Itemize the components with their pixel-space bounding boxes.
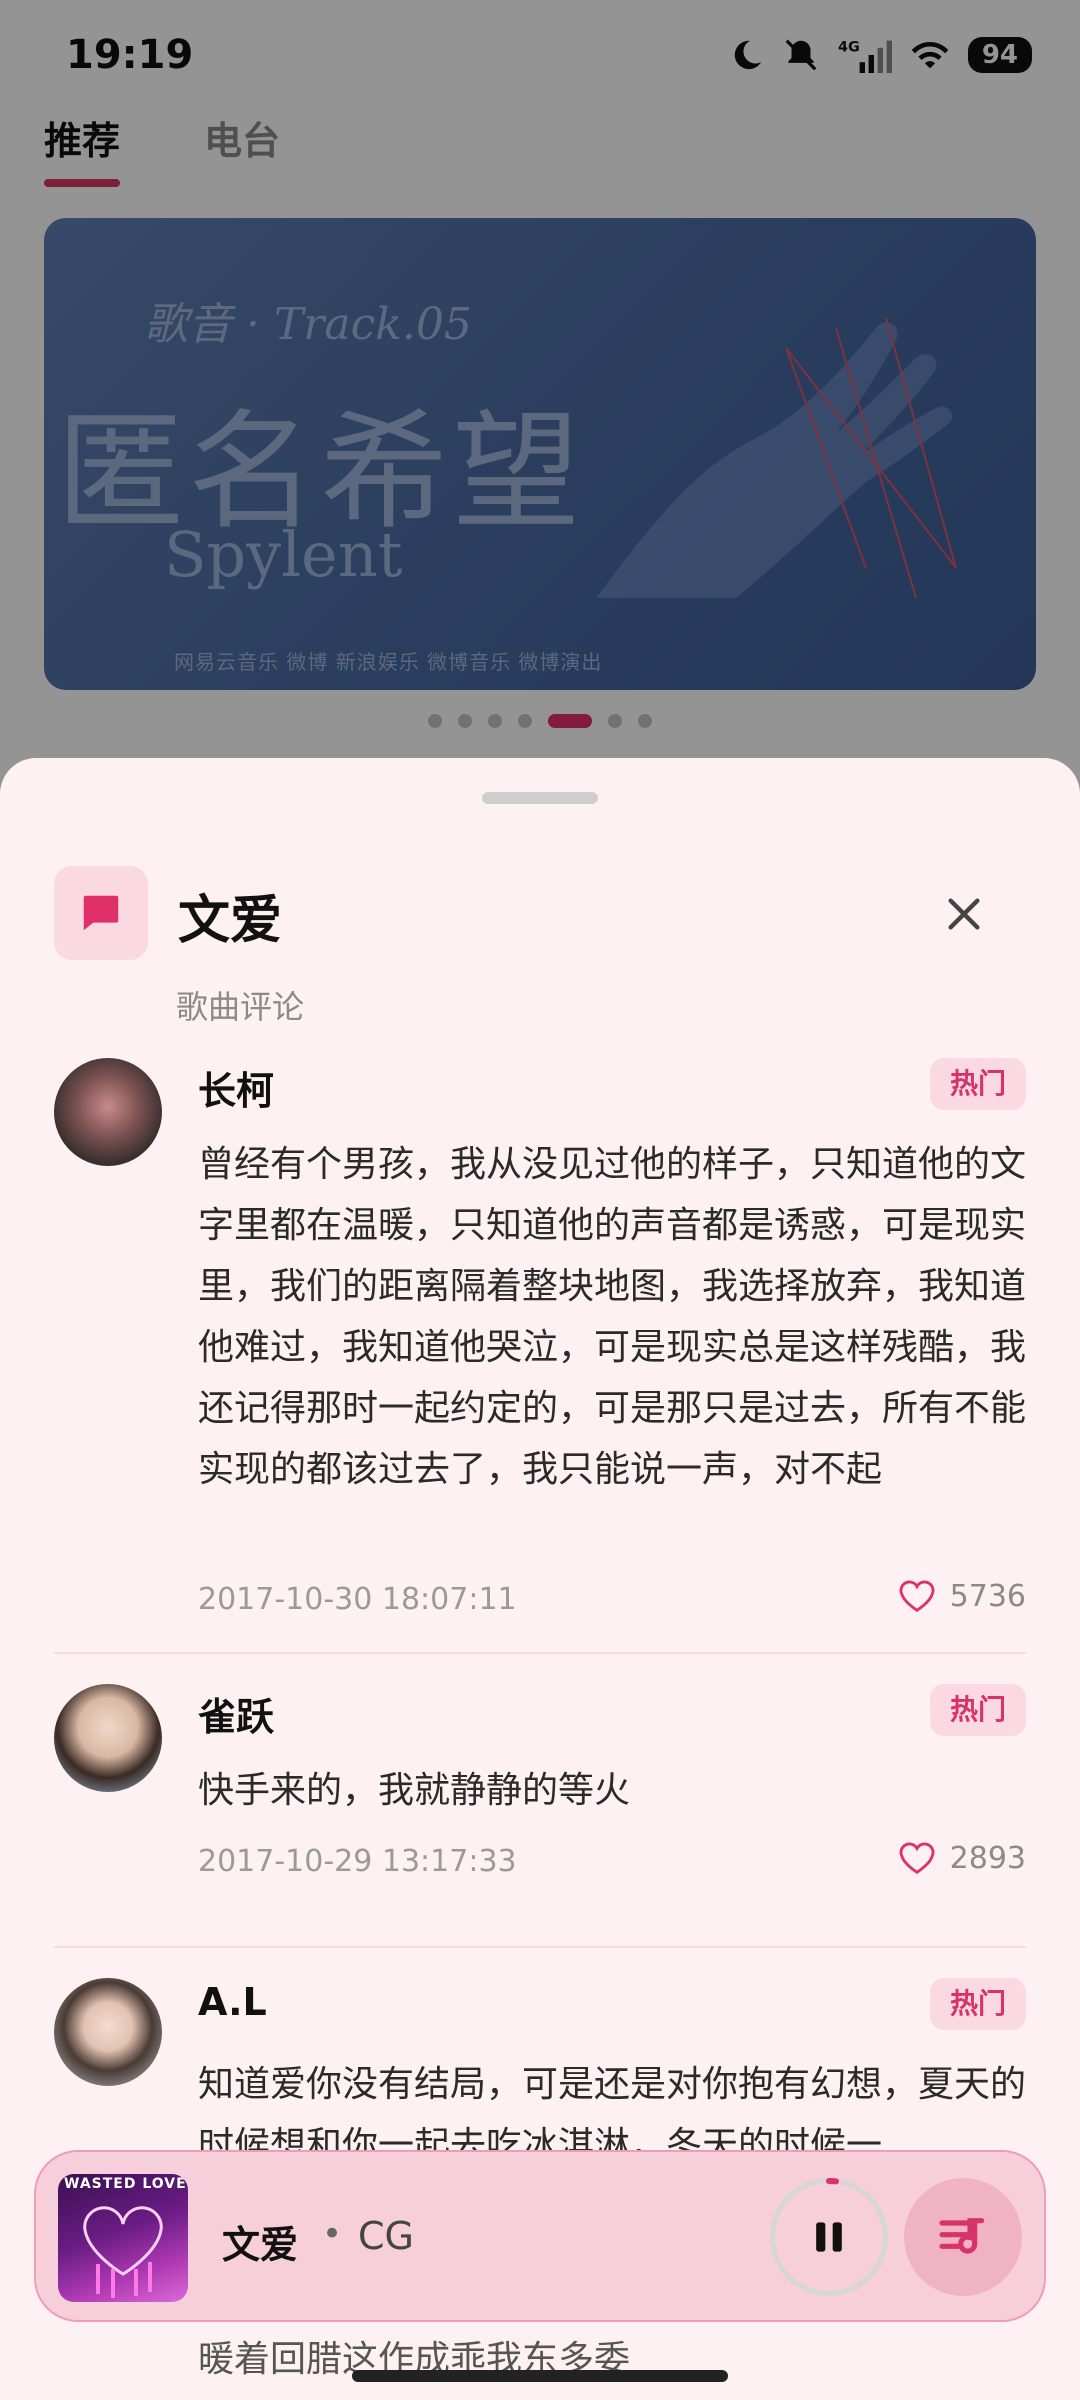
player-artist: CG	[358, 2214, 414, 2258]
player-separator: •	[322, 2214, 343, 2254]
home-indicator[interactable]	[352, 2370, 728, 2382]
heart-icon	[899, 1580, 935, 1612]
comment-username[interactable]: 雀跃	[198, 1686, 274, 1741]
comment-icon	[83, 895, 119, 931]
mini-player[interactable]: WASTED LOVE 文爱 • CG	[34, 2150, 1046, 2322]
comment-username[interactable]: A.L	[198, 1980, 267, 2024]
comment-timestamp: 2017-10-29 13:17:33	[198, 1844, 517, 1879]
sheet-header: 文爱	[54, 866, 1026, 962]
avatar[interactable]	[54, 1978, 162, 2086]
like-button[interactable]: 2893	[898, 1840, 1026, 1876]
comment-text: 快手来的，我就静静的等火	[198, 1770, 631, 1811]
heart-art-icon	[83, 2206, 163, 2298]
pause-button[interactable]	[770, 2178, 888, 2296]
comment-item: 长柯 热门 曾经有个男孩，我从没见过他的样子，只知道他的文字里都在温暖，只知道他…	[54, 1058, 1026, 1654]
heart-icon	[899, 1842, 935, 1874]
hot-badge: 热门	[929, 1058, 1026, 1110]
sheet-subtitle: 歌曲评论	[176, 988, 305, 1026]
playlist-icon	[939, 2218, 985, 2254]
close-button[interactable]	[934, 884, 994, 944]
progress-ring-icon	[826, 2178, 839, 2185]
playlist-button[interactable]	[904, 2178, 1022, 2296]
like-count: 2893	[949, 1840, 1026, 1876]
close-icon	[948, 898, 980, 930]
player-song-title: 文爱	[222, 2223, 299, 2267]
hot-badge: 热门	[929, 1684, 1026, 1736]
album-art[interactable]: WASTED LOVE	[58, 2174, 188, 2302]
comment-username[interactable]: 长柯	[198, 1060, 274, 1115]
comment-item: 雀跃 热门 快手来的，我就静静的等火 2017-10-29 13:17:33 2…	[54, 1684, 1026, 1948]
avatar[interactable]	[54, 1058, 162, 1166]
hot-badge: 热门	[929, 1978, 1026, 2030]
like-count: 5736	[949, 1578, 1026, 1614]
comment-timestamp: 2017-10-30 18:07:11	[198, 1582, 517, 1617]
comment-list: 长柯 热门 曾经有个男孩，我从没见过他的样子，只知道他的文字里都在温暖，只知道他…	[54, 1058, 1026, 2298]
sheet-title: 文爱	[178, 891, 283, 951]
comment-icon-box	[54, 866, 148, 960]
sheet-drag-handle[interactable]	[482, 792, 598, 804]
avatar[interactable]	[54, 1684, 162, 1792]
comment-text: 曾经有个男孩，我从没见过他的样子，只知道他的文字里都在温暖，只知道他的声音都是诱…	[198, 1144, 1027, 1490]
like-button[interactable]: 5736	[898, 1578, 1026, 1614]
